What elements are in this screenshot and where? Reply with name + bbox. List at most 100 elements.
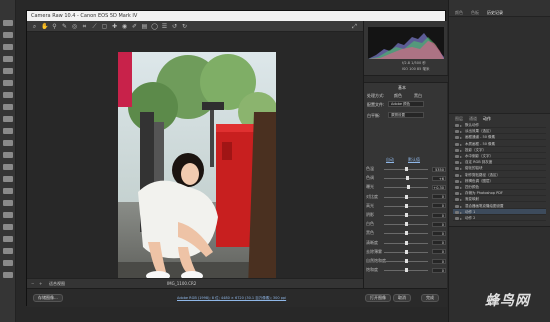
check-icon[interactable] bbox=[455, 161, 459, 165]
transform-icon[interactable]: ▢ bbox=[101, 23, 108, 30]
check-icon[interactable] bbox=[455, 136, 459, 140]
ps-tool-icon[interactable] bbox=[3, 236, 13, 242]
crop-icon[interactable]: ⌗ bbox=[81, 23, 88, 30]
action-item[interactable]: ▸ 混合器画笔克隆绘图设置 bbox=[453, 203, 546, 209]
ps-tool-icon[interactable] bbox=[3, 188, 13, 194]
slider-knob[interactable] bbox=[404, 259, 408, 263]
disclosure-triangle-icon[interactable]: ▸ bbox=[460, 216, 462, 222]
ps-tool-icon[interactable] bbox=[3, 260, 13, 266]
ps-tool-icon[interactable] bbox=[3, 20, 13, 26]
hand-icon[interactable]: ✋ bbox=[41, 23, 48, 30]
slider-knob[interactable] bbox=[404, 249, 408, 254]
slider-value-field[interactable]: 0 bbox=[432, 194, 446, 200]
white-balance-icon[interactable]: ⚲ bbox=[51, 23, 58, 30]
zoom-minus-icon[interactable]: − bbox=[31, 281, 34, 286]
slider-knob[interactable] bbox=[404, 240, 408, 245]
check-icon[interactable] bbox=[455, 192, 459, 196]
action-item[interactable]: ▸ 动作 1 bbox=[453, 208, 546, 215]
radial-filter-icon[interactable]: ◯ bbox=[151, 23, 158, 30]
slider-row[interactable]: 对比度 0 bbox=[366, 193, 446, 201]
treatment-bw[interactable]: 黑白 bbox=[414, 93, 422, 99]
action-item[interactable]: ▸ 投影（文字） bbox=[453, 147, 546, 153]
check-icon[interactable] bbox=[455, 142, 459, 146]
slider-value-field[interactable]: +6 bbox=[432, 175, 446, 181]
graduated-filter-icon[interactable]: ▤ bbox=[141, 23, 148, 30]
image-preview-area[interactable] bbox=[27, 32, 363, 288]
save-image-button[interactable]: 存储图像... bbox=[33, 294, 63, 302]
check-icon[interactable] bbox=[455, 204, 459, 208]
action-item[interactable]: ▸ 淡出效果（选区） bbox=[453, 128, 546, 135]
list-icon[interactable]: ☰ bbox=[161, 23, 168, 30]
slider-row[interactable]: 黑色 0 bbox=[366, 229, 446, 237]
action-item[interactable]: ▸ 木质画框 - 50 像素 bbox=[453, 141, 546, 147]
slider-value-field[interactable]: 0 bbox=[432, 240, 446, 246]
zoom-icon[interactable]: ⌕ bbox=[31, 23, 38, 30]
slider-row[interactable]: 曝光 +0.30 bbox=[366, 183, 446, 191]
ps-tool-icon[interactable] bbox=[3, 140, 13, 146]
slider-row[interactable]: 清晰度 0 bbox=[366, 239, 446, 247]
auto-link[interactable]: 自动 bbox=[386, 157, 394, 163]
action-item[interactable]: ▸ 默认动作 bbox=[453, 122, 546, 128]
check-icon[interactable] bbox=[455, 124, 459, 127]
slider-row[interactable]: 色调 +6 bbox=[366, 174, 446, 182]
wb-select[interactable]: 原照设置 bbox=[388, 112, 424, 118]
action-item[interactable]: ▸ 自定 RGB 到灰度 bbox=[453, 159, 546, 166]
ps-tool-icon[interactable] bbox=[3, 164, 13, 170]
action-item[interactable]: ▸ 渐变映射 bbox=[453, 196, 546, 203]
ps-tool-icon[interactable] bbox=[3, 212, 13, 218]
check-icon[interactable] bbox=[455, 217, 459, 220]
ps-tool-icon[interactable] bbox=[3, 68, 13, 74]
ps-tool-icon[interactable] bbox=[3, 200, 13, 206]
slider-knob[interactable] bbox=[406, 185, 410, 190]
check-icon[interactable] bbox=[455, 186, 459, 189]
fullscreen-icon[interactable]: ⤢ bbox=[351, 23, 358, 30]
slider-value-field[interactable]: 0 bbox=[432, 249, 446, 255]
action-item[interactable]: ▸ 画框通道 - 50 像素 bbox=[453, 134, 546, 141]
zoom-plus-icon[interactable]: + bbox=[39, 281, 42, 286]
spot-removal-icon[interactable]: ✚ bbox=[111, 23, 118, 30]
done-button[interactable]: 完成 bbox=[421, 294, 439, 302]
slider-row[interactable]: 高光 0 bbox=[366, 202, 446, 210]
slider-knob[interactable] bbox=[404, 231, 408, 236]
rotate-right-icon[interactable]: ↻ bbox=[181, 23, 188, 30]
slider-knob[interactable] bbox=[404, 203, 408, 208]
ps-tool-icon[interactable] bbox=[3, 80, 13, 86]
open-image-button[interactable]: 打开图像 bbox=[365, 294, 391, 302]
slider-row[interactable]: 白色 0 bbox=[366, 220, 446, 228]
zoom-level[interactable]: 适合视图 bbox=[49, 281, 65, 287]
slider-knob[interactable] bbox=[404, 194, 408, 199]
slider-value-field[interactable]: +0.30 bbox=[432, 184, 446, 190]
cancel-button[interactable]: 取消 bbox=[393, 294, 411, 302]
slider-knob[interactable] bbox=[404, 268, 408, 273]
ps-tool-icon[interactable] bbox=[3, 116, 13, 122]
ps-tool-icon[interactable] bbox=[3, 92, 13, 98]
slider-row[interactable]: 饱和度 0 bbox=[366, 266, 446, 274]
slider-row[interactable]: 阴影 0 bbox=[366, 211, 446, 219]
slider-knob[interactable] bbox=[404, 222, 408, 227]
action-item[interactable]: ▸ 制作剪贴路径（选区） bbox=[453, 172, 546, 178]
workflow-options-link[interactable]: Adobe RGB (1998); 8 位; 4480 × 6720 (30.1… bbox=[177, 296, 286, 301]
check-icon[interactable] bbox=[455, 148, 459, 152]
slider-value-field[interactable]: 0 bbox=[432, 221, 446, 227]
slider-value-field[interactable]: 0 bbox=[432, 267, 446, 273]
ps-tool-icon[interactable] bbox=[3, 44, 13, 50]
ps-tool-icon[interactable] bbox=[3, 152, 13, 158]
ps-tool-icon[interactable] bbox=[3, 32, 13, 38]
brush-icon[interactable]: ✐ bbox=[131, 23, 138, 30]
check-icon[interactable] bbox=[455, 155, 459, 158]
ps-tool-icon[interactable] bbox=[3, 224, 13, 230]
ps-tool-icon[interactable] bbox=[3, 248, 13, 254]
ps-tool-icon[interactable] bbox=[3, 176, 13, 182]
target-adjust-icon[interactable]: ◎ bbox=[71, 23, 78, 30]
panel-tabs-bar[interactable] bbox=[364, 75, 448, 83]
ps-tool-icon[interactable] bbox=[3, 104, 13, 110]
slider-value-field[interactable]: 0 bbox=[432, 203, 446, 209]
action-item[interactable]: ▸ 棕褐色调（图层） bbox=[453, 178, 546, 184]
color-sampler-icon[interactable]: ✎ bbox=[61, 23, 68, 30]
profile-select[interactable]: Adobe 颜色 bbox=[388, 101, 424, 107]
rotate-left-icon[interactable]: ↺ bbox=[171, 23, 178, 30]
default-link[interactable]: 默认值 bbox=[408, 157, 420, 163]
ps-tool-icon[interactable] bbox=[3, 128, 13, 134]
slider-value-field[interactable]: 0 bbox=[432, 230, 446, 236]
check-icon[interactable] bbox=[455, 130, 459, 134]
